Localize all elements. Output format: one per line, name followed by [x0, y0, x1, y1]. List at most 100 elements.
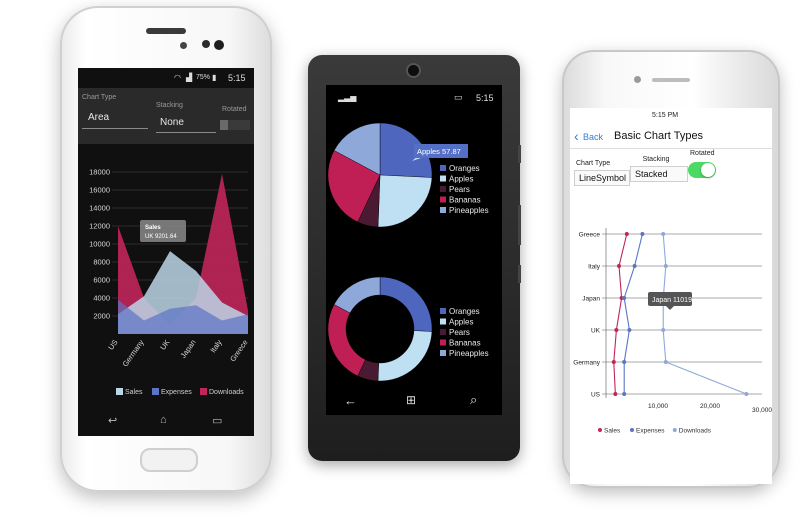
back-icon[interactable]: ← [344, 393, 357, 408]
search-icon[interactable]: ⌕ [470, 392, 477, 408]
legend-swatch [440, 350, 446, 356]
rotated-switch-thumb [220, 120, 228, 130]
x-tick-label: 10,000 [648, 403, 668, 410]
series-marker [614, 328, 619, 332]
y-tick-label: 18000 [89, 168, 110, 177]
series-marker [622, 296, 627, 300]
legend-label: Oranges [449, 307, 480, 316]
wifi-icon: ◠ [174, 73, 181, 82]
status-time: 5:15 [228, 73, 246, 83]
stacking-value[interactable]: None [160, 117, 184, 128]
power-button[interactable] [518, 265, 521, 283]
area-chart: 2000 4000 6000 8000 10000 12000 14000 16000 1800… [89, 168, 249, 397]
back-icon[interactable]: ↩ [108, 414, 117, 427]
signal-icon: ▂▃▅ [338, 93, 357, 102]
line-tooltip: Japan 11019 [648, 292, 692, 310]
rotated-switch[interactable] [220, 120, 250, 130]
rotated-toggle[interactable] [688, 162, 716, 178]
chart-type-underline [82, 128, 148, 129]
y-tick-label: 12000 [89, 222, 110, 231]
x-tick-label: UK [158, 338, 171, 352]
series-marker [627, 328, 632, 332]
stacking-value: Stacked [635, 169, 668, 179]
volume-button[interactable] [518, 205, 521, 245]
windows-start-icon[interactable]: ⊞ [406, 393, 416, 407]
legend-label: Apples [449, 318, 473, 327]
category-label: UK [591, 328, 601, 335]
chart-type-label: Chart Type [82, 94, 117, 101]
x-tick-label: Greece [228, 338, 249, 363]
iphone: 5:15 PM ‹ Back Basic Chart Types Chart T… [562, 50, 780, 488]
front-camera [214, 40, 224, 50]
earpiece-speaker [146, 28, 186, 34]
legend-swatch [440, 186, 446, 192]
legend-label: Bananas [449, 339, 481, 348]
series-marker [617, 264, 621, 268]
doughnut-slice [327, 304, 366, 377]
legend-label: Oranges [449, 164, 480, 173]
tooltip-text: UK 9201.64 [145, 234, 177, 240]
series-marker [744, 392, 749, 396]
line-tooltip-text: Japan 11019 [652, 297, 692, 304]
y-tick-label: 16000 [89, 186, 110, 195]
chart-type-field[interactable]: LineSymbol [574, 170, 630, 186]
legend-marker [672, 428, 677, 432]
series-marker [663, 264, 668, 268]
x-tick-label: US [106, 338, 119, 352]
category-label: US [591, 392, 601, 399]
toggle-knob [701, 163, 715, 177]
recent-apps-icon[interactable]: ▭ [212, 414, 222, 427]
home-button[interactable] [140, 448, 198, 472]
stacking-field[interactable]: Stacked [630, 166, 688, 182]
category-label: Japan [582, 296, 600, 303]
chart-tooltip: Sales UK 9201.64 [140, 220, 186, 242]
series-marker [622, 360, 627, 364]
legend-label: Sales [125, 389, 143, 396]
stacking-underline [156, 132, 216, 133]
series-marker [640, 232, 645, 236]
signal-icon: ▟ [186, 73, 193, 82]
legend-marker [630, 428, 634, 432]
legend-label: Downloads [679, 428, 712, 435]
back-button[interactable]: Back [583, 132, 603, 142]
pie-slice [377, 174, 433, 228]
x-tick-label: 20,000 [700, 403, 720, 410]
rotated-label: Rotated [222, 106, 247, 113]
front-camera [408, 65, 419, 76]
legend-swatch [440, 175, 446, 182]
legend-label: Expenses [636, 428, 665, 435]
legend-label: Pears [449, 328, 470, 337]
battery-icon: ▮ [212, 73, 217, 82]
series-marker [663, 360, 668, 364]
back-chevron-icon[interactable]: ‹ [574, 128, 579, 144]
side-button[interactable] [518, 145, 521, 163]
series-marker [622, 392, 627, 396]
legend-label: Apples [449, 175, 473, 184]
rotated-label: Rotated [690, 150, 715, 157]
legend-label: Pineapples [449, 206, 489, 215]
earpiece-speaker [652, 78, 690, 82]
legend-label: Pears [449, 185, 470, 194]
doughnut-slice [379, 276, 433, 332]
settings-header: Chart Type Area Stacking None Rotated [78, 88, 254, 144]
legend-swatch [440, 318, 446, 325]
x-tick-label: Japan [179, 338, 198, 360]
series-marker [632, 264, 637, 268]
status-bar: ◠ ▟ 75% ▮ 5:15 [78, 68, 254, 88]
home-icon[interactable]: ⌂ [160, 414, 167, 426]
legend-swatch [440, 165, 446, 171]
series-marker [613, 392, 618, 396]
status-time: 5:15 [476, 93, 494, 103]
legend-swatch [440, 207, 446, 213]
legend-label: Bananas [449, 196, 481, 205]
tooltip-title: Sales [145, 225, 161, 231]
legend-swatch [200, 388, 207, 395]
legend-label: Sales [604, 428, 621, 435]
doughnut-slice [333, 276, 381, 314]
doughnut-slice [377, 330, 433, 382]
chart-type-value[interactable]: Area [88, 112, 109, 123]
x-tick-label: 30,000 [752, 407, 772, 414]
pie-charts: Apples 57.87 OrangesApplesPearsBananasPi… [327, 122, 489, 382]
battery-icon: ▭ [454, 92, 463, 102]
y-tick-label: 14000 [89, 204, 110, 213]
